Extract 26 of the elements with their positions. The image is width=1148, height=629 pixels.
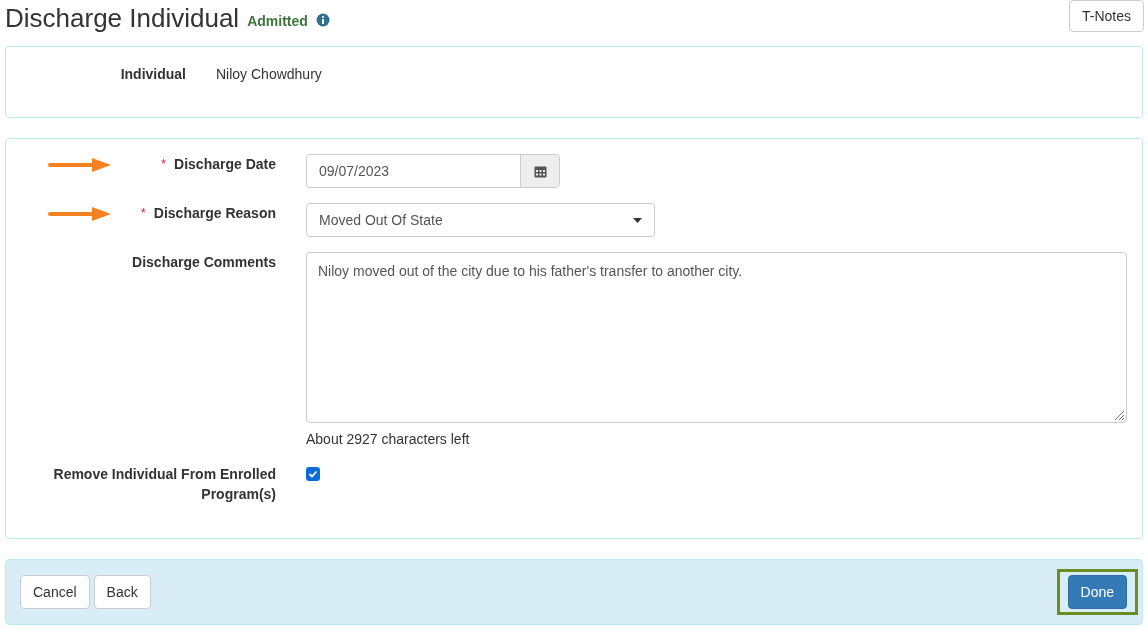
required-asterisk: * <box>161 155 167 173</box>
page-title: Discharge Individual <box>5 2 240 34</box>
done-button[interactable]: Done <box>1067 575 1127 609</box>
reason-dropdown[interactable]: Moved Out Of State <box>306 203 655 237</box>
checkbox[interactable] <box>306 467 320 481</box>
field-label: Remove Individual From Enrolled Program(s) <box>52 465 276 504</box>
caret-icon <box>633 217 642 223</box>
footer-button[interactable]: Back <box>93 575 151 609</box>
footer-button[interactable]: Cancel <box>20 575 90 609</box>
status-label: Admitted <box>247 11 308 31</box>
field-label: Individual <box>119 65 186 84</box>
required-asterisk: * <box>140 204 146 222</box>
field-label: Discharge Reason <box>153 204 276 223</box>
date-field[interactable]: 09/07/2023 <box>306 154 560 188</box>
field-label: Discharge Comments <box>132 253 276 272</box>
resize-handle-icon[interactable] <box>1113 409 1125 421</box>
checkmark-icon <box>308 469 318 479</box>
calendar-icon[interactable] <box>533 164 547 178</box>
t-notes-button[interactable]: T-Notes <box>1069 0 1144 32</box>
arrow-icon <box>48 157 112 173</box>
field-value: Niloy Chowdhury <box>216 65 322 84</box>
characters-left-text: About 2927 characters left <box>306 430 471 449</box>
comments-field[interactable]: Niloy moved out of the city due to his father's transfer to another city. <box>306 252 1127 423</box>
info-icon[interactable] <box>315 13 330 27</box>
field-label: Discharge Date <box>174 155 276 174</box>
arrow-icon <box>48 206 112 222</box>
